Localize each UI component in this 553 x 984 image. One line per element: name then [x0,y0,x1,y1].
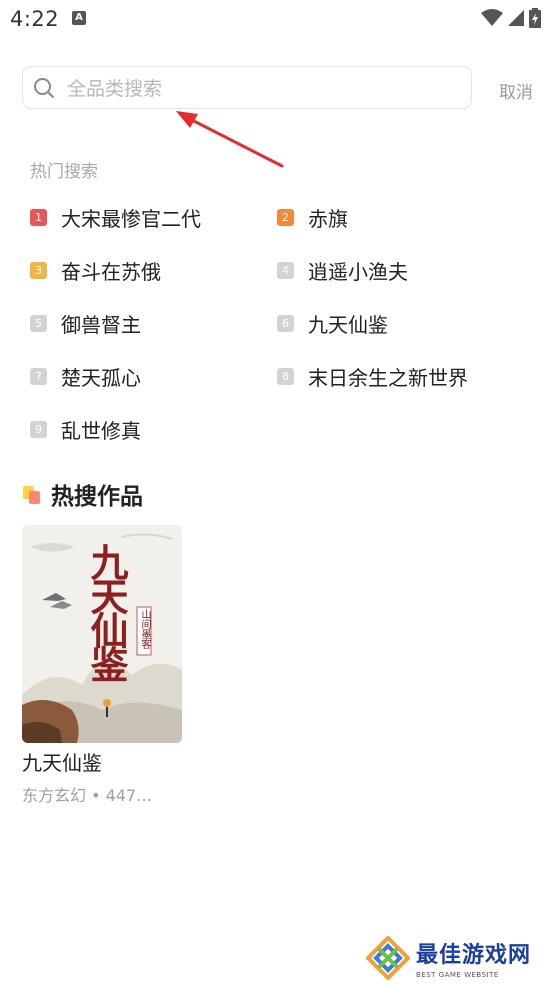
hot-search-title: 热门搜索 [30,162,98,182]
annotation-arrow-icon [176,111,284,168]
hot-works-header: 热搜作品 [23,477,143,511]
search-box[interactable] [22,66,472,110]
cancel-button[interactable]: 取消 [499,78,533,103]
rank-badge: 9 [30,421,47,438]
rank-badge: 7 [30,368,47,385]
hot-search-item[interactable]: 6 九天仙鉴 [277,309,388,338]
rank-badge: 4 [277,262,294,279]
book-cover[interactable]: 九天仙鉴 山间墨客 [22,525,182,743]
battery-icon [529,8,541,28]
section-mark-icon [23,483,43,505]
status-time: 4:22 [10,7,60,31]
hot-search-item[interactable]: 7 楚天孤心 [30,362,141,391]
hot-search-label: 九天仙鉴 [308,313,388,337]
hot-search-label: 御兽督主 [61,313,141,337]
watermark-title: 最佳游戏网 [416,943,532,968]
rank-badge: 8 [277,368,294,385]
status-icons [481,8,541,28]
site-watermark: 最佳游戏网 BEST GAME WEBSITE [366,936,531,980]
rank-badge: 5 [30,315,47,332]
watermark-subtitle: BEST GAME WEBSITE [416,971,499,979]
hot-search-item[interactable]: 2 赤旗 [277,203,348,232]
status-bar: 4:22 A [0,0,553,40]
book-title: 九天仙鉴 [22,751,102,775]
book-meta: 东方玄幻 • 447… [22,786,153,805]
book-card[interactable]: 九天仙鉴 山间墨客 九天仙鉴 东方玄幻 • 447… [22,525,182,806]
rank-badge: 1 [30,209,47,226]
cover-title: 九天仙鉴 [84,543,129,679]
hot-search-item[interactable]: 3 奋斗在苏俄 [30,256,161,285]
hot-search-item[interactable]: 8 末日余生之新世界 [277,362,468,391]
rank-badge: 3 [30,262,47,279]
hot-search-label: 逍遥小渔夫 [308,260,408,284]
hot-search-label: 楚天孤心 [61,366,141,390]
notification-a-icon: A [72,11,86,25]
hot-search-label: 乱世修真 [61,419,141,443]
hot-search-label: 末日余生之新世界 [308,366,468,390]
hot-works-title: 热搜作品 [51,484,143,510]
hot-search-label: 赤旗 [308,207,348,231]
logo-icon [366,936,410,980]
search-icon [34,78,54,98]
cover-author: 山间墨客 [139,609,150,649]
hot-search-item[interactable]: 9 乱世修真 [30,415,141,444]
hot-search-item[interactable]: 1 大宋最惨官二代 [30,203,201,232]
hot-search-item[interactable]: 5 御兽督主 [30,309,141,338]
hot-search-label: 大宋最惨官二代 [61,207,201,231]
hot-search-label: 奋斗在苏俄 [61,260,161,284]
wifi-icon [481,9,503,26]
rank-badge: 6 [277,315,294,332]
search-input[interactable] [65,67,459,110]
cellular-signal-icon [508,10,524,26]
rank-badge: 2 [277,209,294,226]
hot-search-item[interactable]: 4 逍遥小渔夫 [277,256,408,285]
